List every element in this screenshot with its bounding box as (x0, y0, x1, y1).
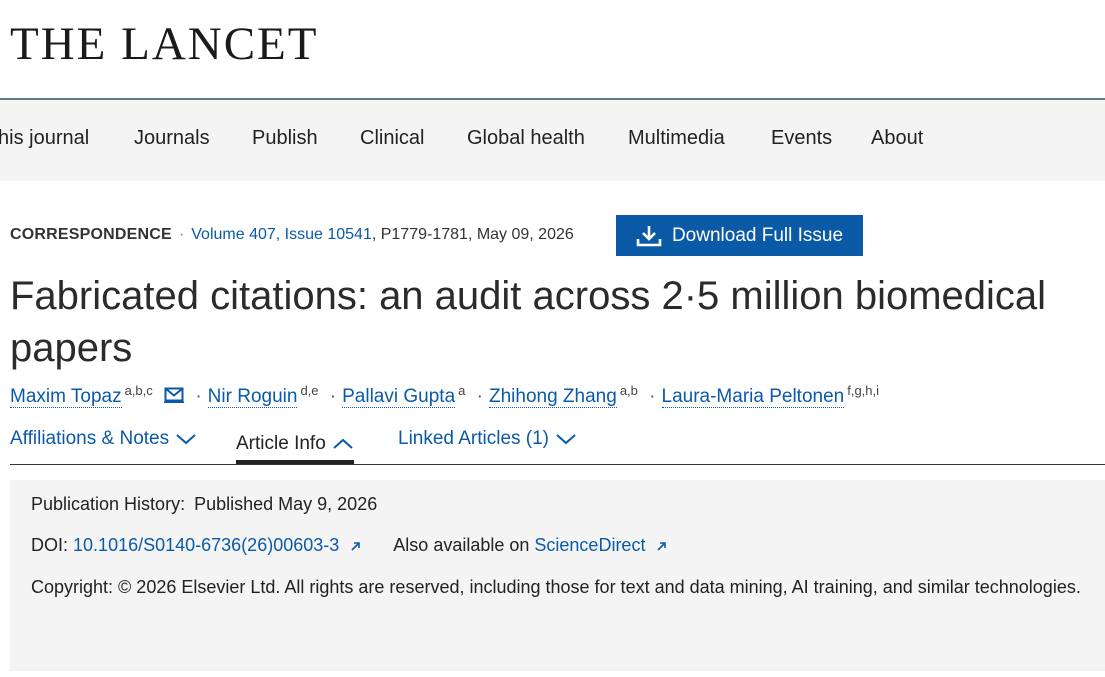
nav-item-about[interactable]: About (871, 127, 923, 150)
author-affiliations: a,b (619, 383, 638, 398)
tab-linked-articles[interactable]: Linked Articles (1) (398, 428, 577, 450)
chevron-down-icon (556, 434, 576, 445)
nav-item-multimedia[interactable]: Multimedia (628, 127, 725, 150)
nav-item-events[interactable]: Events (771, 127, 832, 150)
tab-affiliations-label: Affiliations & Notes (10, 428, 170, 449)
article-type: CORRESPONDENCE (10, 226, 172, 243)
publication-history: Publication History: Published May 9, 20… (31, 494, 377, 515)
copyright-notice: Copyright: © 2026 Elsevier Ltd. All righ… (31, 577, 1081, 597)
main-nav: his journal Journals Publish Clinical Gl… (0, 100, 1105, 181)
author-link[interactable]: Zhihong Zhang (488, 386, 617, 409)
also-available-label: Also available on (393, 535, 530, 555)
doi-row: DOI: 10.1016/S0140-6736(26)00603-3 Also … (31, 535, 668, 556)
tab-article-info-label: Article Info (236, 433, 326, 454)
author-affiliations: a,b,c (124, 383, 153, 398)
author-affiliations: f,g,h,i (847, 383, 880, 398)
author-affiliations: a (458, 383, 466, 398)
nav-item-journals[interactable]: Journals (134, 127, 210, 150)
author-separator: · (195, 386, 202, 408)
doi-label: DOI: (31, 535, 69, 555)
meta-separator: · (178, 226, 185, 243)
nav-item-publish[interactable]: Publish (252, 127, 318, 150)
author-link[interactable]: Maxim Topaz (10, 386, 122, 409)
volume-issue-link[interactable]: Volume 407, Issue 10541 (191, 226, 372, 243)
author-link[interactable]: Laura-Maria Peltonen (661, 386, 845, 409)
chevron-down-icon (176, 434, 196, 445)
author-separator: · (476, 386, 483, 408)
author-list: Maxim Topaz a,b,c · Nir Roguin d,e · Pallavi… (10, 383, 880, 409)
mail-icon[interactable] (164, 387, 185, 404)
history-label: Publication History: (31, 494, 186, 514)
download-full-issue-button[interactable]: Download Full Issue (616, 215, 863, 256)
article-meta: CORRESPONDENCE · Volume 407, Issue 10541, … (10, 226, 574, 244)
tab-affiliations[interactable]: Affiliations & Notes (10, 428, 197, 450)
nav-item-clinical[interactable]: Clinical (360, 127, 424, 150)
pages-date: , P1779-1781, May 09, 2026 (371, 226, 574, 243)
article-info-panel: Publication History: Published May 9, 20… (10, 480, 1105, 671)
nav-item-this-journal[interactable]: his journal (0, 127, 89, 150)
download-label: Download Full Issue (671, 224, 844, 246)
author-separator: · (329, 386, 337, 408)
tab-article-info[interactable]: Article Info (236, 428, 354, 464)
article-tabs: Affiliations & Notes Article Info Linked… (10, 428, 1105, 465)
history-value: Published May 9, 2026 (194, 494, 378, 514)
journal-logo[interactable]: THE LANCET (10, 18, 318, 70)
download-icon (636, 225, 662, 246)
doi-link[interactable]: 10.1016/S0140-6736(26)00603-3 (73, 535, 339, 555)
author-link[interactable]: Nir Roguin (207, 386, 298, 409)
author-affiliations: d,e (300, 383, 319, 398)
tab-linked-articles-label: Linked Articles (1) (398, 428, 550, 449)
author-separator: · (649, 386, 656, 408)
article-title: Fabricated citations: an audit across 2·… (10, 274, 1047, 370)
sciencedirect-link[interactable]: ScienceDirect (534, 535, 645, 555)
author-link[interactable]: Pallavi Gupta (342, 386, 456, 409)
external-link-icon[interactable] (350, 540, 362, 552)
chevron-up-icon (333, 438, 353, 449)
external-link-icon[interactable] (656, 540, 668, 552)
nav-item-global-health[interactable]: Global health (467, 127, 585, 150)
